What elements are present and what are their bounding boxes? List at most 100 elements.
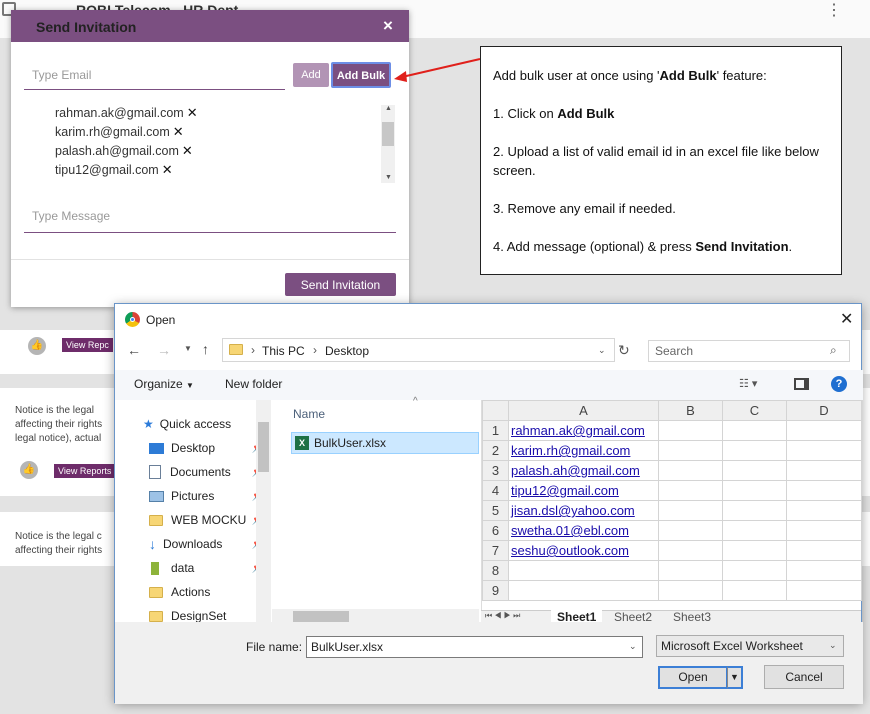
callout-step-2b: screen. — [493, 163, 536, 178]
column-header-name[interactable]: Name — [293, 407, 325, 421]
nav-web-mocku[interactable]: WEB MOCKU📌 — [143, 508, 272, 532]
chevron-down-icon[interactable]: ⌄ — [629, 641, 637, 652]
row-number: 1 — [482, 420, 509, 441]
cell-email: karim.rh@gmail.com — [508, 440, 659, 461]
message-placeholder: Type Message — [32, 209, 111, 223]
callout-step-4: 4. Add message (optional) & press Send I… — [493, 239, 793, 254]
row-number: 5 — [482, 500, 509, 521]
cell-email — [508, 560, 659, 581]
row-number: 9 — [482, 580, 509, 601]
notice-text: affecting their rights — [15, 419, 103, 430]
row-number: 7 — [482, 540, 509, 561]
table-row: 7 seshu@outlook.com — [482, 540, 862, 561]
email-placeholder: Type Email — [32, 68, 92, 82]
column-header: A — [508, 400, 659, 421]
nav-downloads[interactable]: ↓Downloads📌 — [143, 532, 272, 556]
nav-desktop[interactable]: Desktop📌 — [143, 436, 272, 460]
open-dropdown-icon[interactable]: ▼ — [727, 666, 743, 689]
scroll-down-icon[interactable]: ▼ — [385, 174, 392, 181]
scrollbar-thumb[interactable] — [293, 611, 349, 622]
scrollbar-thumb[interactable] — [382, 122, 394, 146]
nav-actions[interactable]: Actions — [143, 580, 272, 604]
remove-icon[interactable]: ✕ — [182, 143, 193, 158]
table-row: 4 tipu12@gmail.com — [482, 480, 862, 501]
nav-pictures[interactable]: Pictures📌 — [143, 484, 272, 508]
chevron-down-icon[interactable]: ⌄ — [598, 345, 606, 356]
view-reports-button-2[interactable]: View Reports — [54, 464, 116, 478]
notice-text: affecting their rights — [15, 545, 103, 556]
cell — [786, 480, 862, 501]
notice-text: legal notice), actual — [15, 433, 102, 444]
nav-quick-access[interactable]: ★ Quick access — [143, 412, 272, 436]
cell — [658, 500, 723, 521]
like-icon[interactable]: 👍 — [28, 337, 46, 355]
cell-email: jisan.dsl@yahoo.com — [508, 500, 659, 521]
modal-title: Send Invitation — [36, 19, 137, 35]
preview-pane-icon[interactable] — [794, 378, 809, 390]
search-input[interactable]: Search ⌕ — [648, 340, 850, 362]
remove-icon[interactable]: ✕ — [173, 124, 184, 139]
add-bulk-button[interactable]: Add Bulk — [331, 62, 391, 88]
email-field[interactable]: Type Email — [24, 62, 285, 90]
cell — [786, 500, 862, 521]
breadcrumb-this-pc[interactable]: This PC — [262, 344, 305, 358]
email-chip: palash.ah@gmail.com ✕ — [55, 143, 215, 162]
table-row: 2 karim.rh@gmail.com — [482, 440, 862, 461]
table-row: 5 jisan.dsl@yahoo.com — [482, 500, 862, 521]
scroll-up-icon[interactable]: ▲ — [385, 105, 392, 112]
cell — [786, 460, 862, 481]
cell — [722, 420, 787, 441]
cell — [722, 460, 787, 481]
file-name-input[interactable]: BulkUser.xlsx ⌄ — [306, 636, 643, 658]
divider — [11, 259, 409, 260]
breadcrumb-desktop[interactable]: Desktop — [325, 344, 369, 358]
remove-icon[interactable]: ✕ — [162, 162, 173, 177]
back-icon[interactable]: ← — [127, 342, 141, 358]
nav-documents[interactable]: Documents📌 — [143, 460, 272, 484]
email-chip: rahman.ak@gmail.com ✕ — [55, 105, 215, 124]
cell-email: swetha.01@ebl.com — [508, 520, 659, 541]
recent-locations-icon[interactable]: ▼ — [184, 344, 192, 353]
file-type-select[interactable]: Microsoft Excel Worksheet ⌄ — [656, 635, 844, 657]
email-list: rahman.ak@gmail.com ✕ karim.rh@gmail.com ✕… — [55, 105, 215, 181]
cell — [786, 580, 862, 601]
email-text: palash.ah@gmail.com — [55, 144, 179, 158]
view-reports-button-1[interactable]: View Repc — [62, 338, 113, 352]
cancel-button[interactable]: Cancel — [764, 665, 844, 689]
file-item-selected[interactable]: X BulkUser.xlsx — [291, 432, 479, 454]
new-folder-button[interactable]: New folder — [225, 377, 282, 391]
cell — [722, 440, 787, 461]
cell — [658, 440, 723, 461]
email-chip: tipu12@gmail.com ✕ — [55, 162, 215, 181]
more-options-icon[interactable]: ⋮ — [826, 0, 842, 20]
view-options-icon[interactable]: ☷ ▾ — [739, 377, 757, 390]
up-icon[interactable]: ↑ — [202, 341, 209, 357]
table-row: 3 palash.ah@gmail.com — [482, 460, 862, 481]
message-field[interactable]: Type Message — [24, 206, 396, 233]
help-icon[interactable]: ? — [831, 376, 847, 392]
like-icon[interactable]: 👍 — [20, 461, 38, 479]
cell — [786, 420, 862, 441]
nav-data[interactable]: data📌 — [143, 556, 272, 580]
close-icon[interactable]: ✕ — [840, 309, 853, 329]
remove-icon[interactable]: ✕ — [187, 105, 198, 120]
forward-icon[interactable]: → — [157, 342, 171, 358]
add-button[interactable]: Add — [293, 63, 329, 87]
folder-icon — [229, 344, 243, 355]
open-button[interactable]: Open — [658, 666, 728, 689]
cell — [786, 560, 862, 581]
cell — [658, 560, 723, 581]
sheet-nav-icons[interactable]: ⏮ ◀ ▶ ⏭ — [485, 611, 520, 621]
column-header: C — [722, 400, 787, 421]
refresh-icon[interactable]: ↻ — [618, 342, 630, 359]
send-invitation-button[interactable]: Send Invitation — [285, 273, 396, 296]
cell — [722, 500, 787, 521]
scrollbar-thumb[interactable] — [258, 422, 269, 472]
close-icon[interactable]: × — [383, 16, 393, 36]
cell — [722, 560, 787, 581]
pictures-icon — [149, 490, 164, 502]
cell — [786, 440, 862, 461]
cell — [658, 520, 723, 541]
organize-button[interactable]: Organize ▼ — [134, 377, 194, 391]
address-bar[interactable]: › This PC › Desktop ⌄ — [222, 338, 615, 362]
